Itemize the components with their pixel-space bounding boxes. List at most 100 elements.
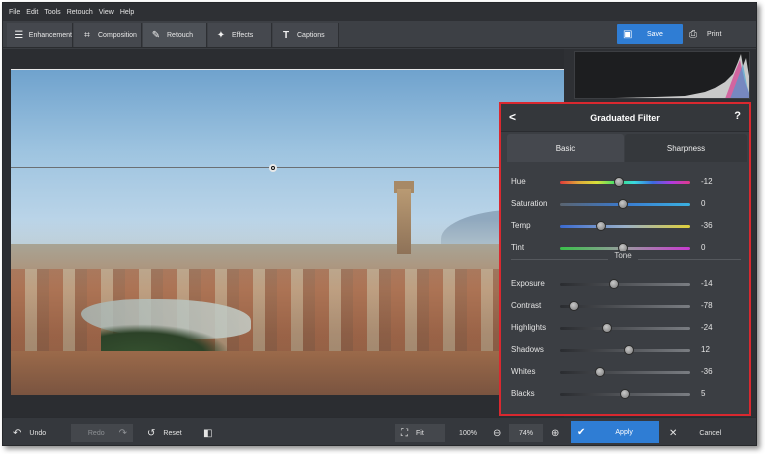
tab-label: Enhancement [28,31,72,39]
histogram-graph [615,54,749,98]
slider-value: -78 [701,301,713,310]
graduated-filter-panel: < Graduated Filter ? Basic Sharpness Hue… [499,102,751,416]
zoom-100-label: 100% [459,429,477,437]
text-icon: T [282,29,290,41]
slider-value: 5 [701,389,706,398]
fit-button[interactable]: ⛶ Fit [395,424,445,442]
slider-value: 0 [701,199,706,208]
photo-bank [11,351,564,395]
gradient-start-line[interactable] [11,69,564,70]
compare-icon: ◧ [203,427,213,439]
brush-icon: ✎ [151,29,161,41]
compare-button[interactable]: ◧ [199,424,219,442]
tab-sharpness[interactable]: Sharpness [625,134,747,162]
zoom-100-button[interactable]: 100% [451,424,485,442]
slider-temp: Temp -36 [505,218,749,234]
menu-view[interactable]: View [99,9,114,16]
slider-label: Highlights [511,323,547,332]
menu-tools[interactable]: Tools [44,9,60,16]
slider-knob[interactable] [569,301,579,311]
check-icon: ✔ [577,426,586,438]
slider-knob[interactable] [595,367,605,377]
zoom-out-button[interactable]: ⊖ [489,424,507,442]
panel-title: Graduated Filter [590,112,660,123]
slider-knob[interactable] [614,177,624,187]
save-label: Save [647,30,663,38]
slider-track[interactable] [560,371,690,374]
undo-button[interactable]: ↶ Undo [7,424,67,442]
slider-label: Whites [511,367,536,376]
slider-track[interactable] [560,283,690,286]
slider-label: Temp [511,221,531,230]
slider-knob[interactable] [602,323,612,333]
slider-value: -36 [701,221,713,230]
photo-canvas[interactable] [11,69,564,395]
slider-value: 12 [701,345,710,354]
slider-contrast: Contrast -78 [505,298,749,314]
menu-help[interactable]: Help [120,9,134,16]
redo-icon: ↷ [118,427,127,439]
reset-label: Reset [163,429,182,437]
slider-label: Hue [511,177,526,186]
close-icon: ✕ [669,427,678,439]
floppy-icon: ▣ [623,28,633,40]
reset-button[interactable]: ↺ Reset [141,424,197,442]
fit-label: Fit [416,429,424,437]
app-window: File Edit Tools Retouch View Help ☰ Enha… [2,2,757,446]
slider-whites: Whites -36 [505,364,749,380]
tab-label: Captions [297,31,325,39]
redo-button[interactable]: Redo ↷ [71,424,133,442]
slider-knob[interactable] [620,389,630,399]
undo-icon: ↶ [13,427,22,439]
help-icon[interactable]: ? [734,110,741,122]
slider-track[interactable] [560,225,690,228]
redo-label: Redo [87,429,105,437]
sliders-icon: ☰ [14,29,24,41]
slider-knob[interactable] [618,199,628,209]
slider-label: Saturation [511,199,548,208]
zoom-value: 74% [518,429,533,437]
slider-track[interactable] [560,181,690,184]
slider-track[interactable] [560,305,690,308]
tab-retouch[interactable]: ✎ Retouch [143,23,207,47]
undo-label: Undo [29,429,47,437]
save-button[interactable]: ▣ Save [617,24,683,44]
menu-bar: File Edit Tools Retouch View Help [3,3,756,21]
zoom-in-button[interactable]: ⊕ [547,424,565,442]
gradient-handle[interactable] [269,164,277,172]
menu-file[interactable]: File [9,9,20,16]
tab-composition[interactable]: ⌗ Composition [74,23,142,47]
zoom-field[interactable]: 74% [509,424,543,442]
tab-label: Retouch [167,31,194,39]
cancel-button[interactable]: ✕ Cancel [663,424,749,442]
tab-effects[interactable]: ✦ Effects [208,23,272,47]
slider-knob[interactable] [624,345,634,355]
tab-basic[interactable]: Basic [507,134,624,162]
slider-knob[interactable] [609,279,619,289]
slider-exposure: Exposure -14 [505,276,749,292]
slider-value: -12 [701,177,713,186]
tab-label: Effects [232,31,254,39]
tone-header: Tone [505,251,741,260]
slider-saturation: Saturation 0 [505,196,749,212]
tab-enhancement[interactable]: ☰ Enhancement [7,23,73,47]
back-icon[interactable]: < [509,110,516,124]
slider-shadows: Shadows 12 [505,342,749,358]
slider-hue: Hue -12 [505,174,749,190]
slider-blacks: Blacks 5 [505,386,749,402]
photo-tower [397,189,411,254]
tab-captions[interactable]: T Captions [273,23,339,47]
apply-button[interactable]: ✔ Apply [571,421,659,443]
histogram [574,51,750,99]
menu-retouch[interactable]: Retouch [67,9,93,16]
panel-header: < Graduated Filter ? [501,104,749,132]
slider-track[interactable] [560,327,690,330]
panel-tabs: Basic Sharpness [507,134,747,162]
slider-knob[interactable] [596,221,606,231]
menu-edit[interactable]: Edit [26,9,38,16]
slider-value: -14 [701,279,713,288]
gradient-center-line[interactable] [11,167,564,168]
print-button[interactable]: ⎙ Print [685,24,747,44]
plus-icon: ⊕ [551,427,560,439]
reset-icon: ↺ [147,427,156,439]
